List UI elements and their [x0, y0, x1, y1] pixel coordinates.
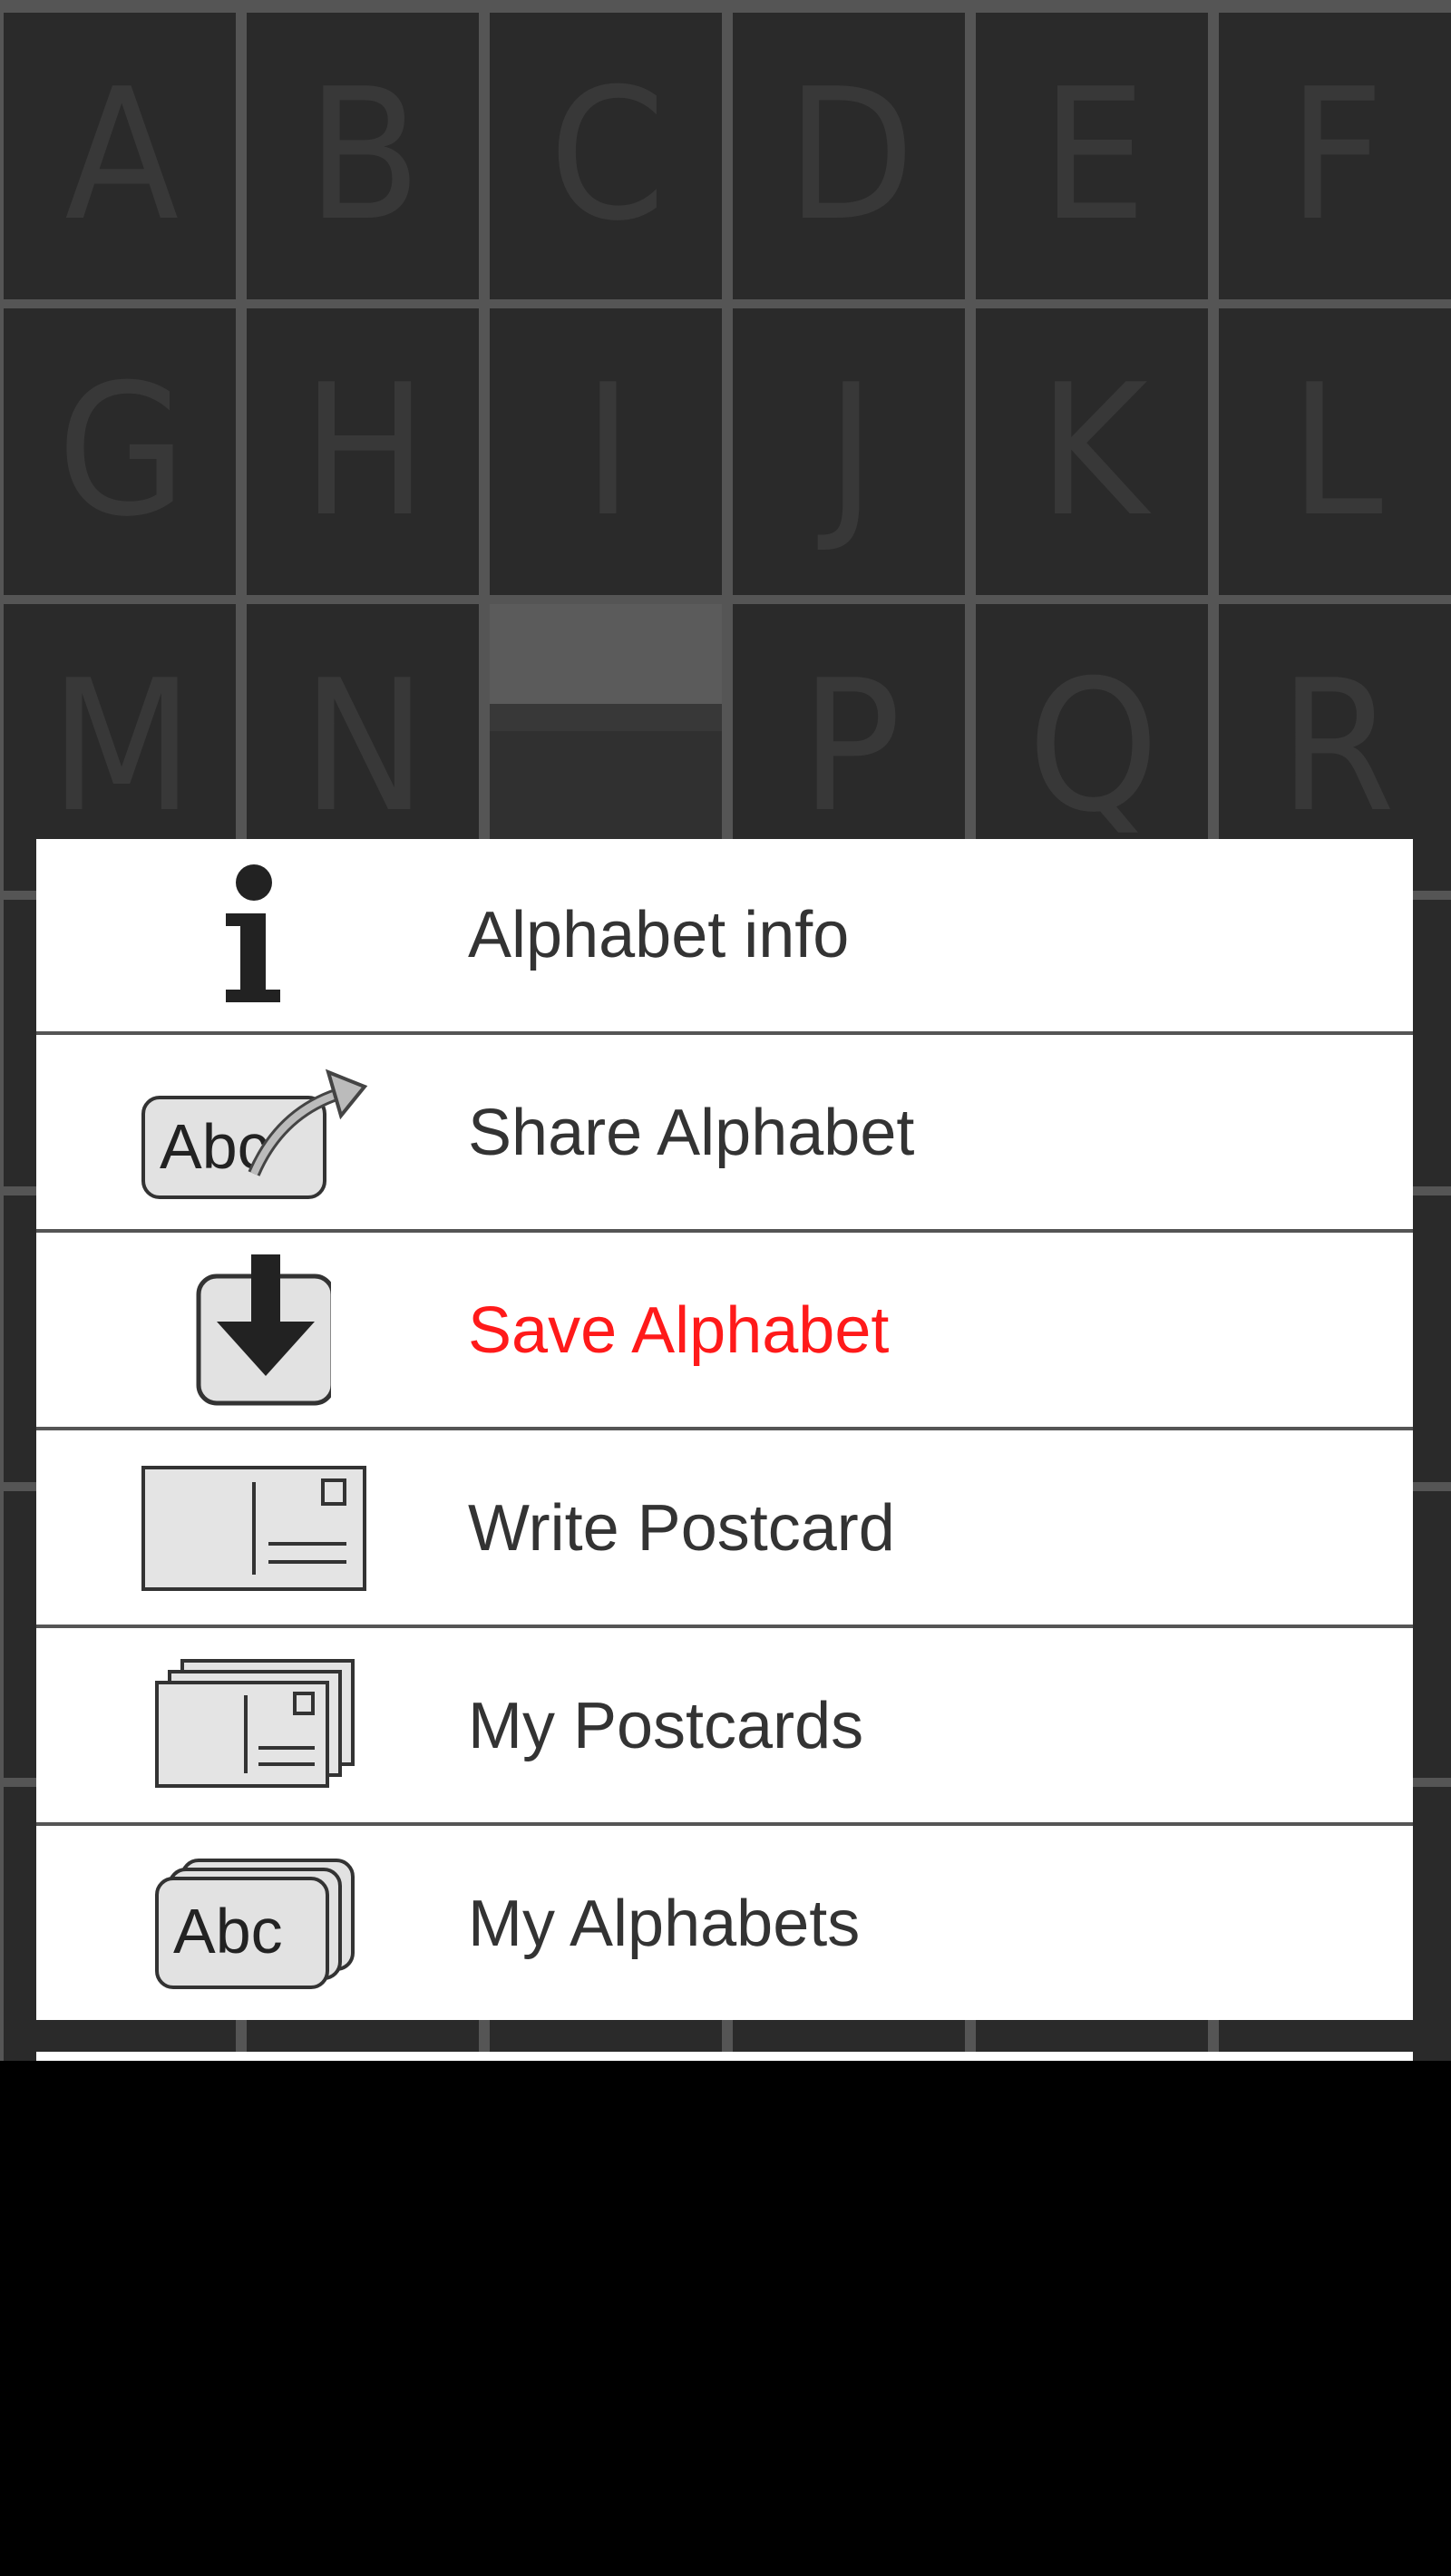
menu-item-share-alphabet[interactable]: Abc Share Alphabet: [36, 1037, 1413, 1233]
menu-item-save-alphabet[interactable]: Save Alphabet: [36, 1234, 1413, 1430]
info-icon: [91, 854, 417, 1017]
letter-glyph: K: [1038, 346, 1149, 557]
letter-glyph: I: [582, 346, 632, 557]
letter-cell[interactable]: G: [4, 308, 236, 595]
letter-glyph: F: [1288, 50, 1385, 261]
menu-item-alphabet-info[interactable]: Alphabet info: [36, 839, 1413, 1035]
menu-item-label: Write Postcard: [468, 1492, 895, 1565]
letter-glyph: C: [549, 50, 666, 261]
letter-glyph: Q: [1027, 641, 1159, 853]
alphabet-stack-icon: Abc: [91, 1842, 417, 2005]
save-icon: [91, 1249, 417, 1412]
letter-cell[interactable]: K: [976, 308, 1208, 595]
letter-cell[interactable]: I: [490, 308, 722, 595]
letter-cell[interactable]: F: [1219, 13, 1451, 299]
letter-glyph: A: [63, 50, 179, 261]
action-menu: Alphabet info Abc Share Alphabet Save Al…: [36, 839, 1413, 2020]
letter-glyph: M: [49, 641, 193, 853]
menu-item-my-postcards[interactable]: My Postcards: [36, 1630, 1413, 1826]
letter-glyph: E: [1040, 50, 1146, 261]
menu-divider: [36, 1625, 1413, 1628]
letter-cell[interactable]: A: [4, 13, 236, 299]
alphabets-icon-text: Abc: [173, 1896, 283, 1966]
menu-item-label: Save Alphabet: [468, 1294, 890, 1367]
letter-glyph: L: [1290, 346, 1384, 557]
letter-glyph: N: [302, 641, 427, 853]
letter-cell[interactable]: L: [1219, 308, 1451, 595]
letter-glyph: B: [307, 50, 422, 261]
letter-cell[interactable]: J: [733, 308, 965, 595]
postcard-icon: [91, 1447, 417, 1610]
menu-item-label: Alphabet info: [468, 899, 850, 971]
letter-glyph: H: [301, 346, 427, 557]
letter-glyph: J: [825, 346, 875, 557]
letter-glyph: R: [1278, 641, 1395, 853]
menu-item-label: My Postcards: [468, 1690, 864, 1762]
letter-glyph: G: [56, 346, 187, 557]
letter-cell[interactable]: B: [247, 13, 479, 299]
letter-cell[interactable]: D: [733, 13, 965, 299]
letter-glyph: D: [785, 50, 915, 261]
postcard-stack-icon: [91, 1644, 417, 1808]
cancel-sheet-edge[interactable]: [36, 2052, 1413, 2061]
menu-item-write-postcard[interactable]: Write Postcard: [36, 1432, 1413, 1628]
menu-divider: [36, 1822, 1413, 1826]
menu-item-label: My Alphabets: [468, 1888, 861, 1960]
menu-item-my-alphabets[interactable]: Abc My Alphabets: [36, 1828, 1413, 2020]
menu-divider: [36, 1427, 1413, 1430]
letter-glyph: P: [800, 641, 901, 853]
letter-cell[interactable]: H: [247, 308, 479, 595]
letter-cell[interactable]: C: [490, 13, 722, 299]
menu-divider: [36, 1229, 1413, 1233]
alphabet-screen: A B C D E F G H I J K L M N P Q R Alphab…: [0, 0, 1451, 2061]
share-alphabet-icon: Abc: [91, 1051, 417, 1215]
menu-divider: [36, 1031, 1413, 1035]
menu-item-label: Share Alphabet: [468, 1097, 915, 1169]
letter-cell[interactable]: E: [976, 13, 1208, 299]
